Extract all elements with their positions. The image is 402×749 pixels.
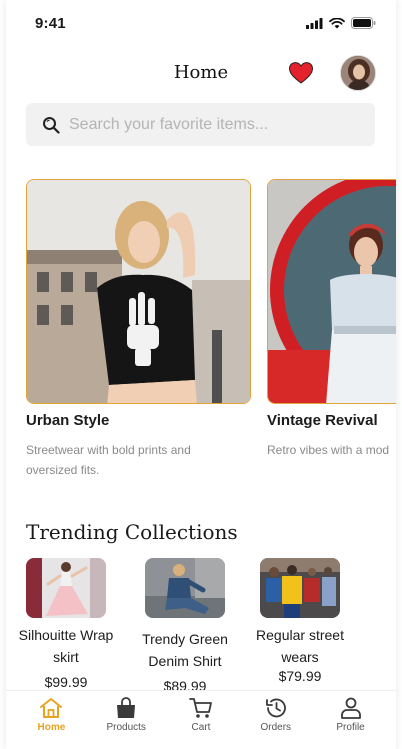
feature-card-urban-style[interactable]: Urban Style Streetwear with bold prints … <box>26 179 251 477</box>
feature-card-vintage-revival[interactable]: Vintage Revival Retro vibes with a mod <box>267 179 396 457</box>
wishlist-button[interactable] <box>288 60 314 86</box>
search-icon <box>43 116 60 134</box>
trending-item-image <box>145 558 225 618</box>
nav-label: Cart <box>191 722 211 733</box>
nav-item-profile[interactable]: Profile <box>318 691 384 749</box>
trending-item-name: Trendy Green Denim Shirt <box>142 631 228 669</box>
cart-icon <box>189 698 212 718</box>
trending-item[interactable]: Silhouitte Wrap skirt $99.99 <box>11 558 121 690</box>
bag-icon <box>117 697 136 718</box>
vintage-revival-photo <box>268 180 396 403</box>
trending-item-image <box>26 558 106 618</box>
status-time: 9:41 <box>35 15 66 32</box>
trending-item-price: $79.99 <box>278 668 322 684</box>
heart-icon <box>289 62 313 84</box>
nav-item-orders[interactable]: Orders <box>243 691 309 749</box>
trending-item-price: $99.99 <box>44 674 88 690</box>
trending-item[interactable]: Trendy Green Denim Shirt $89.99 <box>130 558 240 694</box>
nav-label: Home <box>37 722 66 733</box>
avatar[interactable] <box>340 55 376 91</box>
feature-title: Vintage Revival <box>267 412 378 429</box>
nav-label: Orders <box>260 722 292 733</box>
wifi-icon <box>329 17 345 28</box>
nav-item-cart[interactable]: Cart <box>168 691 234 749</box>
nav-item-products[interactable]: Products <box>93 691 159 749</box>
skirt-photo <box>26 558 106 618</box>
status-icons <box>306 17 376 29</box>
nav-item-home[interactable]: Home <box>18 691 84 749</box>
trending-item-name: Regular street wears <box>256 627 344 665</box>
app-screen: 9:41 Home Search your favorite items... … <box>6 0 396 749</box>
avatar-image <box>341 56 375 90</box>
signal-icon <box>306 17 323 29</box>
nav-label: Products <box>106 722 146 733</box>
street-wear-photo <box>260 558 340 618</box>
status-bar: 9:41 <box>6 0 396 48</box>
feature-description: Retro vibes with a mod <box>267 443 390 457</box>
denim-shirt-photo <box>145 558 225 618</box>
feature-image <box>267 179 396 404</box>
feature-image <box>26 179 251 404</box>
trending-item-image <box>260 558 340 618</box>
bottom-nav: Home Products Cart Orders Profile <box>6 690 396 749</box>
user-icon <box>340 697 361 719</box>
section-title-trending: Trending Collections <box>26 520 238 544</box>
trending-item-name: Silhouitte Wrap skirt <box>18 627 114 665</box>
feature-title: Urban Style <box>26 412 110 429</box>
battery-icon <box>351 17 376 29</box>
search-input[interactable] <box>69 115 359 134</box>
home-icon <box>40 698 63 718</box>
history-icon <box>265 698 286 718</box>
urban-style-photo <box>27 180 250 403</box>
feature-description: Streetwear with bold prints and oversize… <box>26 443 191 477</box>
nav-label: Profile <box>336 722 365 733</box>
trending-item[interactable]: Regular street wears $79.99 <box>245 558 355 684</box>
page-title: Home <box>173 62 229 83</box>
search-bar[interactable] <box>26 103 375 146</box>
